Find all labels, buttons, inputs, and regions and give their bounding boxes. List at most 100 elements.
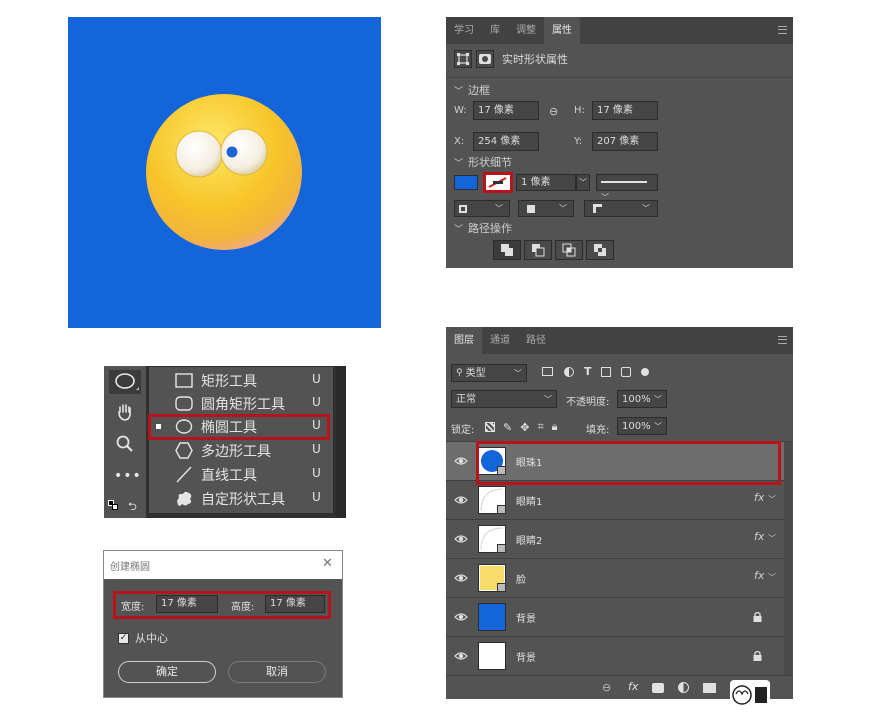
combine-shapes-icon[interactable] xyxy=(493,240,521,260)
layer-row[interactable]: 背景 xyxy=(446,598,792,637)
layers-scrollbar[interactable] xyxy=(784,442,792,676)
more-tools-icon[interactable]: ••• xyxy=(114,468,142,484)
eye-icon[interactable] xyxy=(454,532,468,546)
panel-menu-icon[interactable] xyxy=(778,26,787,34)
new-group-icon[interactable] xyxy=(703,683,716,693)
transform-bounds-icon[interactable] xyxy=(454,50,472,68)
properties-header-label: 实时形状属性 xyxy=(502,53,568,66)
flyout-scrollbar[interactable] xyxy=(336,366,346,518)
panel-menu-icon[interactable] xyxy=(778,336,787,344)
layer-row[interactable]: 脸 fx ﹀ xyxy=(446,559,792,598)
eye-icon[interactable] xyxy=(454,610,468,624)
y-field[interactable]: 207 像素 xyxy=(592,132,658,151)
chevron-down-icon[interactable]: ﹀ xyxy=(768,533,776,544)
opacity-field[interactable]: 100% ﹀ xyxy=(617,390,667,408)
layer-row[interactable]: 眼睛2 fx ﹀ xyxy=(446,520,792,559)
layer-row[interactable]: 眼睛1 fx ﹀ xyxy=(446,481,792,520)
add-mask-icon[interactable] xyxy=(652,683,664,693)
link-icon[interactable]: ⊖ xyxy=(549,105,558,118)
tab-learn[interactable]: 学习 xyxy=(446,17,482,44)
width-field[interactable]: 17 像素 xyxy=(473,101,539,120)
eye-icon[interactable] xyxy=(454,571,468,585)
fill-color-swatch[interactable] xyxy=(454,175,478,190)
default-colors-icon[interactable] xyxy=(108,500,118,510)
layer-name: 眼睛1 xyxy=(516,497,543,508)
stroke-color-swatch[interactable] xyxy=(483,172,513,193)
lock-all-icon[interactable]: 🔒︎ xyxy=(552,420,558,434)
lock-icon xyxy=(753,611,762,622)
fill-field[interactable]: 100% ﹀ xyxy=(617,417,667,435)
layer-thumbnail xyxy=(478,603,506,631)
stroke-width-field[interactable]: 1 像素 xyxy=(516,174,576,191)
ellipse-tool-button[interactable] xyxy=(109,370,141,394)
width-label: 宽度: xyxy=(121,602,145,613)
layer-row[interactable]: 背景 xyxy=(446,637,792,676)
type-filter-icon[interactable]: T xyxy=(584,365,592,378)
filter-toggle-icon[interactable] xyxy=(640,367,649,376)
zoom-tool-icon[interactable] xyxy=(115,434,135,454)
search-icon: ⚲ xyxy=(456,367,463,378)
eye-icon[interactable] xyxy=(454,454,468,468)
fx-icon[interactable]: fx xyxy=(754,569,764,582)
tab-channels[interactable]: 通道 xyxy=(482,327,518,354)
polygon-icon xyxy=(175,442,193,459)
eye-icon[interactable] xyxy=(454,493,468,507)
lock-image-pixels-icon[interactable]: ✎ xyxy=(503,421,512,434)
hand-tool-icon[interactable] xyxy=(115,402,135,422)
subtract-shape-icon[interactable] xyxy=(524,240,552,260)
smart-object-filter-icon[interactable] xyxy=(620,366,631,377)
width-field[interactable]: 17 像素 xyxy=(156,595,218,613)
tab-adjustments[interactable]: 调整 xyxy=(508,17,544,44)
chevron-down-icon: ﹀ xyxy=(454,158,464,169)
menu-item-rectangle-tool[interactable]: 矩形工具 U xyxy=(149,369,334,392)
close-icon[interactable]: ✕ xyxy=(322,556,333,571)
fx-icon[interactable]: fx xyxy=(754,491,764,504)
section-path-header[interactable]: ﹀ 路径操作 xyxy=(454,220,512,236)
intersect-shape-icon[interactable] xyxy=(555,240,583,260)
ok-button[interactable]: 确定 xyxy=(118,661,216,683)
x-field[interactable]: 254 像素 xyxy=(473,132,539,151)
height-field[interactable]: 17 像素 xyxy=(265,595,325,613)
eye-icon[interactable] xyxy=(454,649,468,663)
stroke-type-dropdown[interactable]: ﹀ xyxy=(596,174,658,202)
fx-icon[interactable]: fx xyxy=(754,530,764,543)
shape-filter-icon[interactable] xyxy=(600,366,611,377)
section-bounds-header[interactable]: ﹀ 边框 xyxy=(454,82,490,98)
exclude-shape-icon[interactable] xyxy=(586,240,614,260)
menu-item-line-tool[interactable]: 直线工具 U xyxy=(149,463,334,486)
layers-panel: 图层 通道 路径 ⚲ 类型 ﹀ T 正常 ﹀ 不透明度: 100% ﹀ 锁定: … xyxy=(446,327,793,699)
tab-paths[interactable]: 路径 xyxy=(518,327,554,354)
stroke-corners-dropdown[interactable]: ﹀ xyxy=(584,200,658,217)
adjustment-filter-icon[interactable] xyxy=(564,366,574,377)
layer-filter-dropdown[interactable]: ⚲ 类型 ﹀ xyxy=(451,364,527,382)
lock-options: ✎ ✥ ⌗ 🔒︎ xyxy=(485,420,558,434)
blend-mode-dropdown[interactable]: 正常 ﹀ xyxy=(451,390,557,408)
lock-transparent-pixels-icon[interactable] xyxy=(485,422,495,432)
height-label: 高度: xyxy=(231,602,255,613)
height-field[interactable]: 17 像素 xyxy=(592,101,658,120)
swap-colors-icon[interactable]: ⮌ xyxy=(128,498,137,517)
image-filter-icon[interactable] xyxy=(542,367,553,376)
from-center-checkbox-row[interactable]: ✓ 从中心 xyxy=(118,630,168,646)
from-center-checkbox[interactable]: ✓ xyxy=(118,632,129,644)
section-shape-header[interactable]: ﹀ 形状细节 xyxy=(454,154,512,170)
chevron-down-icon[interactable]: ﹀ xyxy=(768,572,776,583)
menu-item-custom-shape-tool[interactable]: 自定形状工具 U xyxy=(149,487,334,510)
add-style-icon[interactable]: fx xyxy=(628,680,638,693)
tab-properties[interactable]: 属性 xyxy=(544,17,580,44)
tab-layers[interactable]: 图层 xyxy=(446,327,482,354)
lock-position-icon[interactable]: ✥ xyxy=(520,421,529,434)
menu-item-rounded-rectangle-tool[interactable]: 圆角矩形工具 U xyxy=(149,392,334,415)
tab-libraries[interactable]: 库 xyxy=(482,17,508,44)
chevron-down-icon[interactable]: ﹀ xyxy=(768,494,776,505)
link-layers-icon[interactable]: ⊖ xyxy=(602,681,611,694)
cancel-button[interactable]: 取消 xyxy=(228,661,326,683)
stroke-width-dropdown[interactable]: ﹀ xyxy=(576,174,590,191)
new-adjustment-layer-icon[interactable] xyxy=(678,682,689,693)
lock-artboard-icon[interactable]: ⌗ xyxy=(537,420,543,434)
stroke-caps-dropdown[interactable]: ﹀ xyxy=(518,200,574,217)
menu-item-polygon-tool[interactable]: 多边形工具 U xyxy=(149,439,334,462)
emoji-face-illustration xyxy=(68,17,381,328)
mask-icon[interactable] xyxy=(476,50,494,68)
stroke-align-dropdown[interactable]: ﹀ xyxy=(454,200,510,217)
